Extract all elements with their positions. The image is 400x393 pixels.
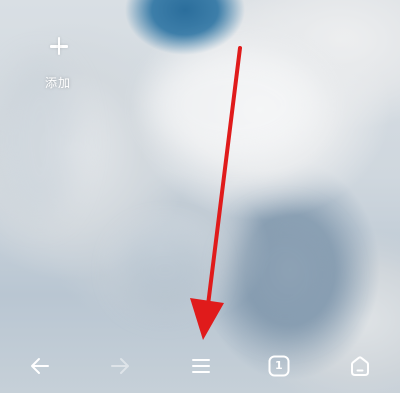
browser-home-screen: 添加 1 — [0, 0, 400, 393]
hamburger-menu-icon — [192, 359, 210, 373]
home-button[interactable] — [340, 348, 380, 384]
cloud-highlight — [150, 50, 320, 160]
plus-icon — [36, 26, 80, 66]
tab-count: 1 — [275, 359, 283, 372]
forward-arrow-icon — [111, 358, 129, 374]
tabs-button[interactable]: 1 — [259, 348, 299, 384]
bottom-toolbar: 1 — [0, 340, 400, 393]
back-arrow-icon — [31, 358, 49, 374]
cloud-shadow — [230, 215, 340, 335]
home-icon — [351, 356, 369, 376]
forward-button[interactable] — [100, 348, 140, 384]
back-button[interactable] — [20, 348, 60, 384]
add-shortcut-label: 添加 — [44, 76, 71, 90]
menu-button[interactable] — [181, 348, 221, 384]
cloud-shadow — [120, 230, 210, 310]
add-shortcut-button[interactable]: 添加 — [34, 26, 82, 98]
